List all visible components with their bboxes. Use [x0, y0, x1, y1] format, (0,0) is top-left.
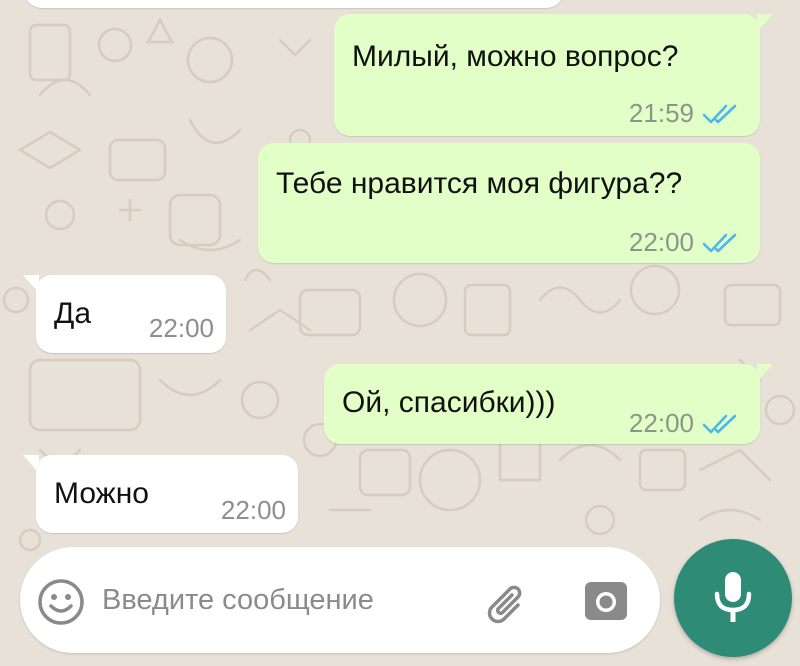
message-time: 21:59 [628, 98, 694, 128]
message-time: 22:00 [220, 495, 286, 525]
message-text: Милый, можно вопрос? [352, 40, 679, 73]
message-time: 22:00 [628, 408, 694, 438]
message-input[interactable] [102, 577, 472, 623]
message-text: Ой, спасибки))) [342, 386, 556, 419]
previous-message-bubble [24, 0, 564, 8]
message-bubble-incoming[interactable]: Можно 22:00 [23, 455, 298, 533]
camera-icon[interactable] [582, 577, 630, 625]
mic-button[interactable] [674, 539, 792, 657]
message-bubble-outgoing[interactable]: Ой, спасибки))) 22:00 [324, 364, 773, 444]
double-check-icon [702, 233, 737, 252]
double-check-icon [702, 104, 737, 123]
message-text: Да [54, 297, 92, 330]
message-text: Тебе нравится моя фигура?? [276, 167, 683, 200]
paperclip-icon[interactable] [482, 577, 532, 627]
message-time: 22:00 [628, 227, 694, 257]
message-bubble-outgoing[interactable]: Тебе нравится моя фигура?? 22:00 [258, 143, 760, 263]
message-text: Можно [54, 477, 149, 510]
message-bubble-outgoing[interactable]: Милый, можно вопрос? 21:59 [334, 14, 773, 136]
smiley-face-icon[interactable] [34, 575, 88, 629]
double-check-icon [702, 414, 737, 433]
message-time: 22:00 [148, 313, 214, 343]
microphone-icon [714, 572, 752, 622]
message-composer [20, 547, 660, 653]
message-bubble-incoming[interactable]: Да 22:00 [23, 275, 226, 353]
